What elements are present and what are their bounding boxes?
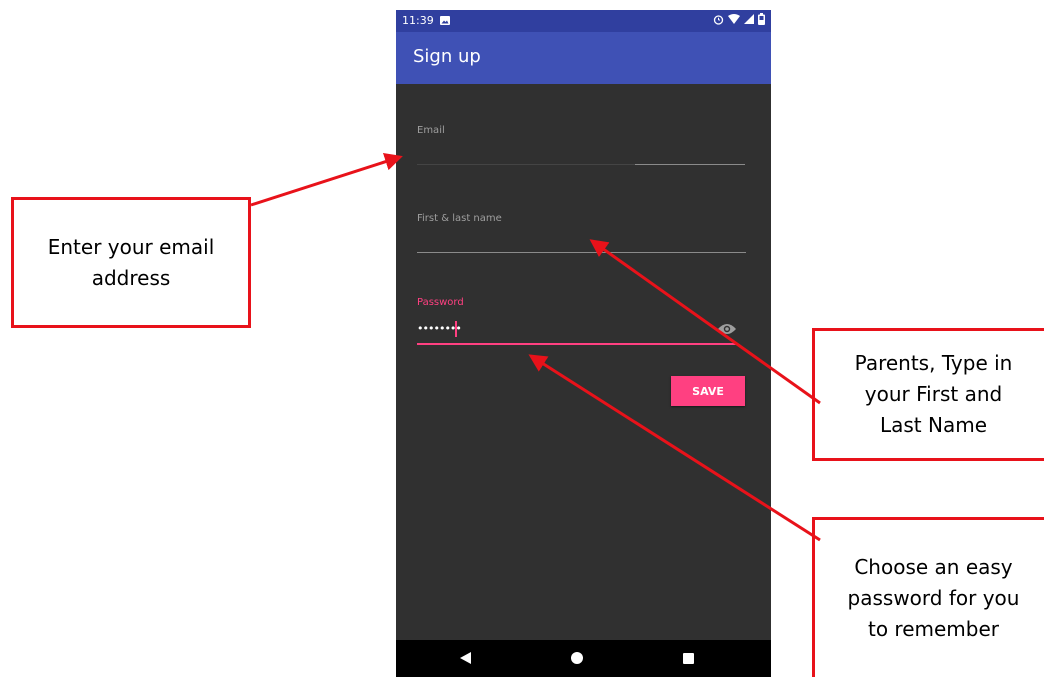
name-label: First & last name (417, 213, 502, 224)
back-icon[interactable] (460, 652, 471, 664)
callout-name: Parents, Type in your First and Last Nam… (812, 328, 1044, 461)
wifi-icon (728, 14, 740, 24)
phone-screen: 11:39 Sign up Email First & last name Pa… (396, 10, 771, 677)
password-field-underline (417, 343, 737, 345)
status-bar: 11:39 (396, 10, 771, 32)
nav-bar (396, 640, 771, 677)
callout-text: your First and (864, 382, 1003, 406)
status-icons (713, 13, 765, 25)
email-field-underline (635, 164, 745, 165)
save-button[interactable]: SAVE (671, 376, 745, 406)
recents-icon[interactable] (683, 653, 694, 664)
text-cursor (455, 321, 457, 337)
email-label: Email (417, 125, 445, 136)
arrow-email (250, 153, 403, 207)
signal-icon (744, 14, 754, 24)
app-bar: Sign up (396, 32, 771, 84)
alarm-icon (713, 14, 724, 25)
eye-icon[interactable] (718, 323, 736, 335)
home-icon[interactable] (571, 652, 583, 664)
callout-text: to remember (867, 617, 999, 641)
email-field[interactable] (417, 164, 635, 165)
battery-icon (758, 13, 765, 25)
callout-text: Choose an easy (854, 555, 1013, 579)
page-title: Sign up (413, 46, 481, 67)
callout-text: address (91, 265, 171, 290)
callout-password: Choose an easy password for you to remem… (812, 517, 1044, 677)
callout-text: Parents, Type in (854, 351, 1013, 375)
status-time: 11:39 (402, 14, 434, 27)
callout-text: password for you (847, 586, 1020, 610)
name-field[interactable] (417, 252, 746, 253)
page: 11:39 Sign up Email First & last name Pa… (0, 0, 1044, 677)
callout-text: Enter your email (47, 234, 215, 259)
callout-text: Last Name (879, 413, 988, 437)
image-icon (440, 16, 450, 25)
password-label: Password (417, 297, 464, 308)
callout-email: Enter your email address (11, 197, 251, 328)
